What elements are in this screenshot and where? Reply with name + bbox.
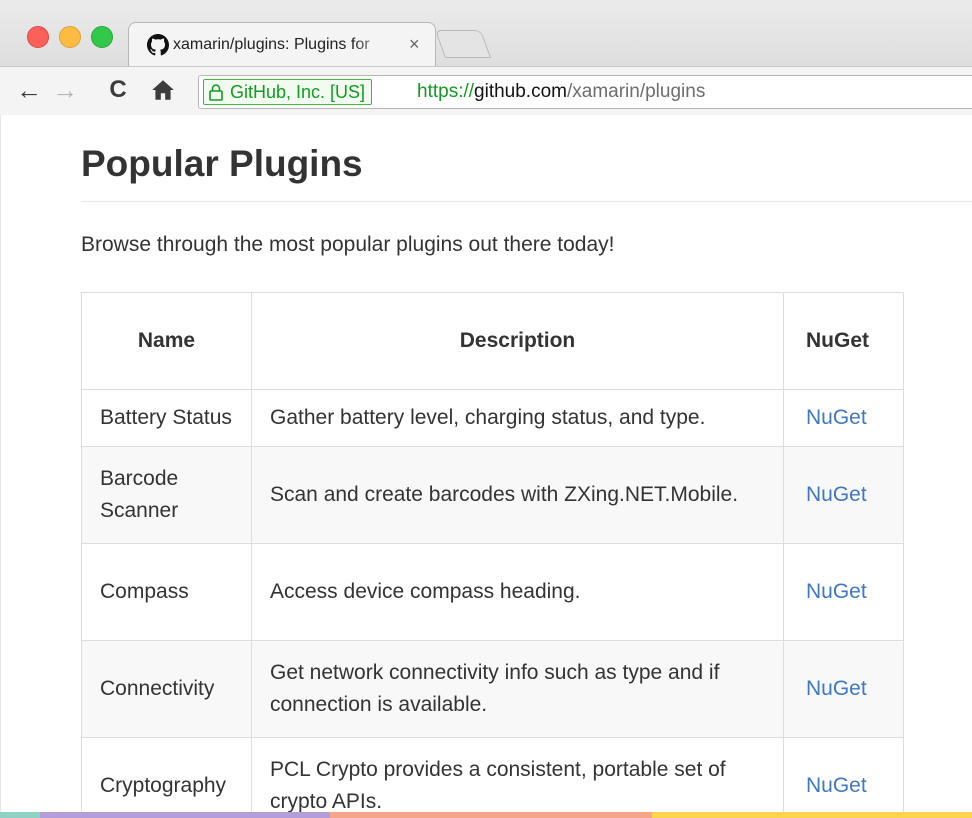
browser-tab[interactable]: xamarin/plugins: Plugins for × <box>128 22 436 67</box>
home-icon[interactable] <box>148 75 178 105</box>
plugin-name: Cryptography <box>81 737 252 818</box>
browser-toolbar: ← → C GitHub, Inc. [US] https://github.c… <box>0 66 972 116</box>
column-header-nuget: NuGet <box>783 292 904 390</box>
browser-tabstrip: xamarin/plugins: Plugins for × <box>0 0 972 67</box>
plugin-name: Connectivity <box>81 640 252 738</box>
band-segment <box>330 812 652 818</box>
plugin-description: Access device compass heading. <box>251 543 784 641</box>
ev-organization-label: GitHub, Inc. [US] <box>230 81 366 102</box>
address-bar[interactable]: GitHub, Inc. [US] https://github.com/xam… <box>198 75 972 109</box>
nuget-cell: NuGet <box>783 737 904 818</box>
url-path: /xamarin/plugins <box>566 81 706 102</box>
nuget-cell: NuGet <box>783 640 904 738</box>
band-segment <box>0 812 40 818</box>
ev-certificate-badge[interactable]: GitHub, Inc. [US] <box>203 79 373 105</box>
plugin-description: Get network connectivity info such as ty… <box>251 640 784 738</box>
nuget-link[interactable]: NuGet <box>806 774 867 797</box>
nuget-cell: NuGet <box>783 389 904 447</box>
plugin-description: Gather battery level, charging status, a… <box>251 389 784 447</box>
reload-icon[interactable]: C <box>104 75 132 105</box>
table-row: Battery Status Gather battery level, cha… <box>81 389 904 447</box>
nuget-link[interactable]: NuGet <box>806 406 867 429</box>
column-header-description: Description <box>251 292 784 390</box>
page-title: Popular Plugins <box>81 143 363 184</box>
back-arrow-icon[interactable]: ← <box>14 75 44 105</box>
plugins-table: Name Description NuGet Battery Status Ga… <box>81 292 904 818</box>
forward-arrow-icon[interactable]: → <box>50 75 80 105</box>
table-row: Barcode Scanner Scan and create barcodes… <box>81 446 904 544</box>
new-tab-button[interactable] <box>434 30 492 58</box>
nuget-link[interactable]: NuGet <box>806 483 867 506</box>
column-header-name: Name <box>81 292 252 390</box>
github-icon <box>147 34 169 56</box>
window-zoom-button[interactable] <box>91 26 113 48</box>
band-segment <box>652 812 972 818</box>
band-segment <box>40 812 330 818</box>
url-scheme: https:// <box>417 81 475 102</box>
plugin-name: Compass <box>81 543 252 641</box>
table-row: Cryptography PCL Crypto provides a consi… <box>81 737 904 818</box>
url-text[interactable]: https://github.com/xamarin/plugins <box>417 80 705 104</box>
plugin-name: Barcode Scanner <box>81 446 252 544</box>
window-close-button[interactable] <box>27 26 49 48</box>
plugin-description: Scan and create barcodes with ZXing.NET.… <box>251 446 784 544</box>
tab-close-icon[interactable]: × <box>409 33 420 55</box>
lock-icon <box>209 84 223 101</box>
bottom-color-band <box>0 812 972 818</box>
nuget-cell: NuGet <box>783 543 904 641</box>
url-host: github.com <box>474 81 567 102</box>
nuget-link[interactable]: NuGet <box>806 580 867 603</box>
intro-text: Browse through the most popular plugins … <box>81 233 615 256</box>
table-row: Connectivity Get network connectivity in… <box>81 640 904 738</box>
table-row: Compass Access device compass heading. N… <box>81 543 904 641</box>
nuget-cell: NuGet <box>783 446 904 544</box>
plugin-description: PCL Crypto provides a consistent, portab… <box>251 737 784 818</box>
table-header-row: Name Description NuGet <box>81 292 904 390</box>
tab-title: xamarin/plugins: Plugins for <box>173 36 370 53</box>
nuget-link[interactable]: NuGet <box>806 677 867 700</box>
page-content: Popular Plugins Browse through the most … <box>0 115 972 818</box>
window-minimize-button[interactable] <box>59 26 81 48</box>
title-divider <box>81 201 972 202</box>
plugin-name: Battery Status <box>81 389 252 447</box>
